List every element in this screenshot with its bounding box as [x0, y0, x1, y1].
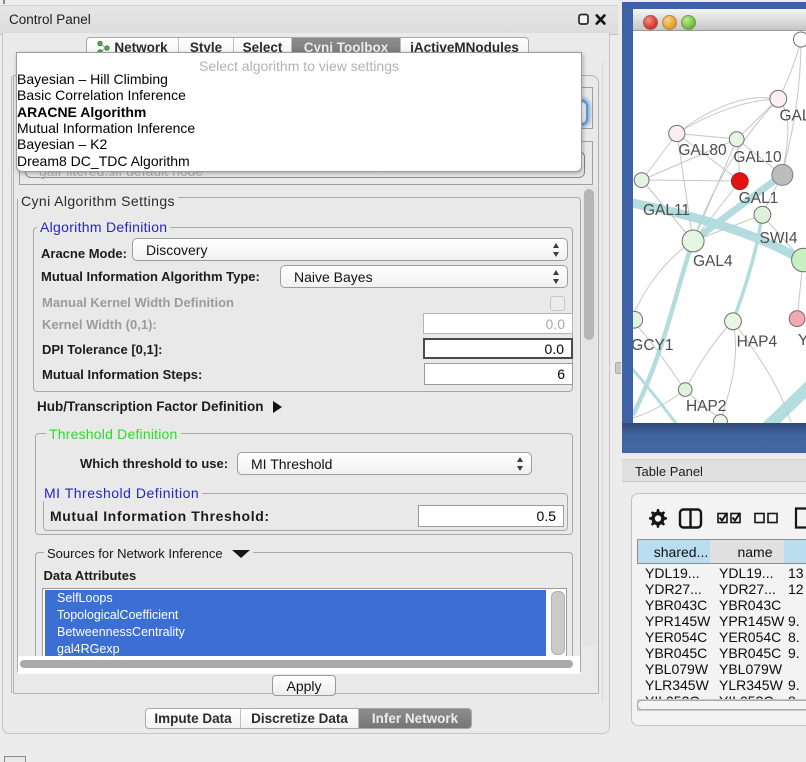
- svg-text:GAL1: GAL1: [739, 190, 779, 207]
- svg-text:GCY1: GCY1: [633, 337, 674, 354]
- svg-text:GAL4: GAL4: [693, 253, 733, 270]
- svg-text:SWI4: SWI4: [760, 230, 798, 247]
- svg-text:GAL10: GAL10: [733, 149, 782, 166]
- svg-text:GAL2: GAL2: [780, 108, 806, 125]
- svg-text:HAP2: HAP2: [686, 398, 727, 415]
- svg-text:YM: YM: [798, 332, 806, 349]
- svg-text:GAL80: GAL80: [678, 142, 727, 159]
- svg-text:HAP4: HAP4: [737, 334, 778, 351]
- svg-text:GAL11: GAL11: [643, 202, 690, 219]
